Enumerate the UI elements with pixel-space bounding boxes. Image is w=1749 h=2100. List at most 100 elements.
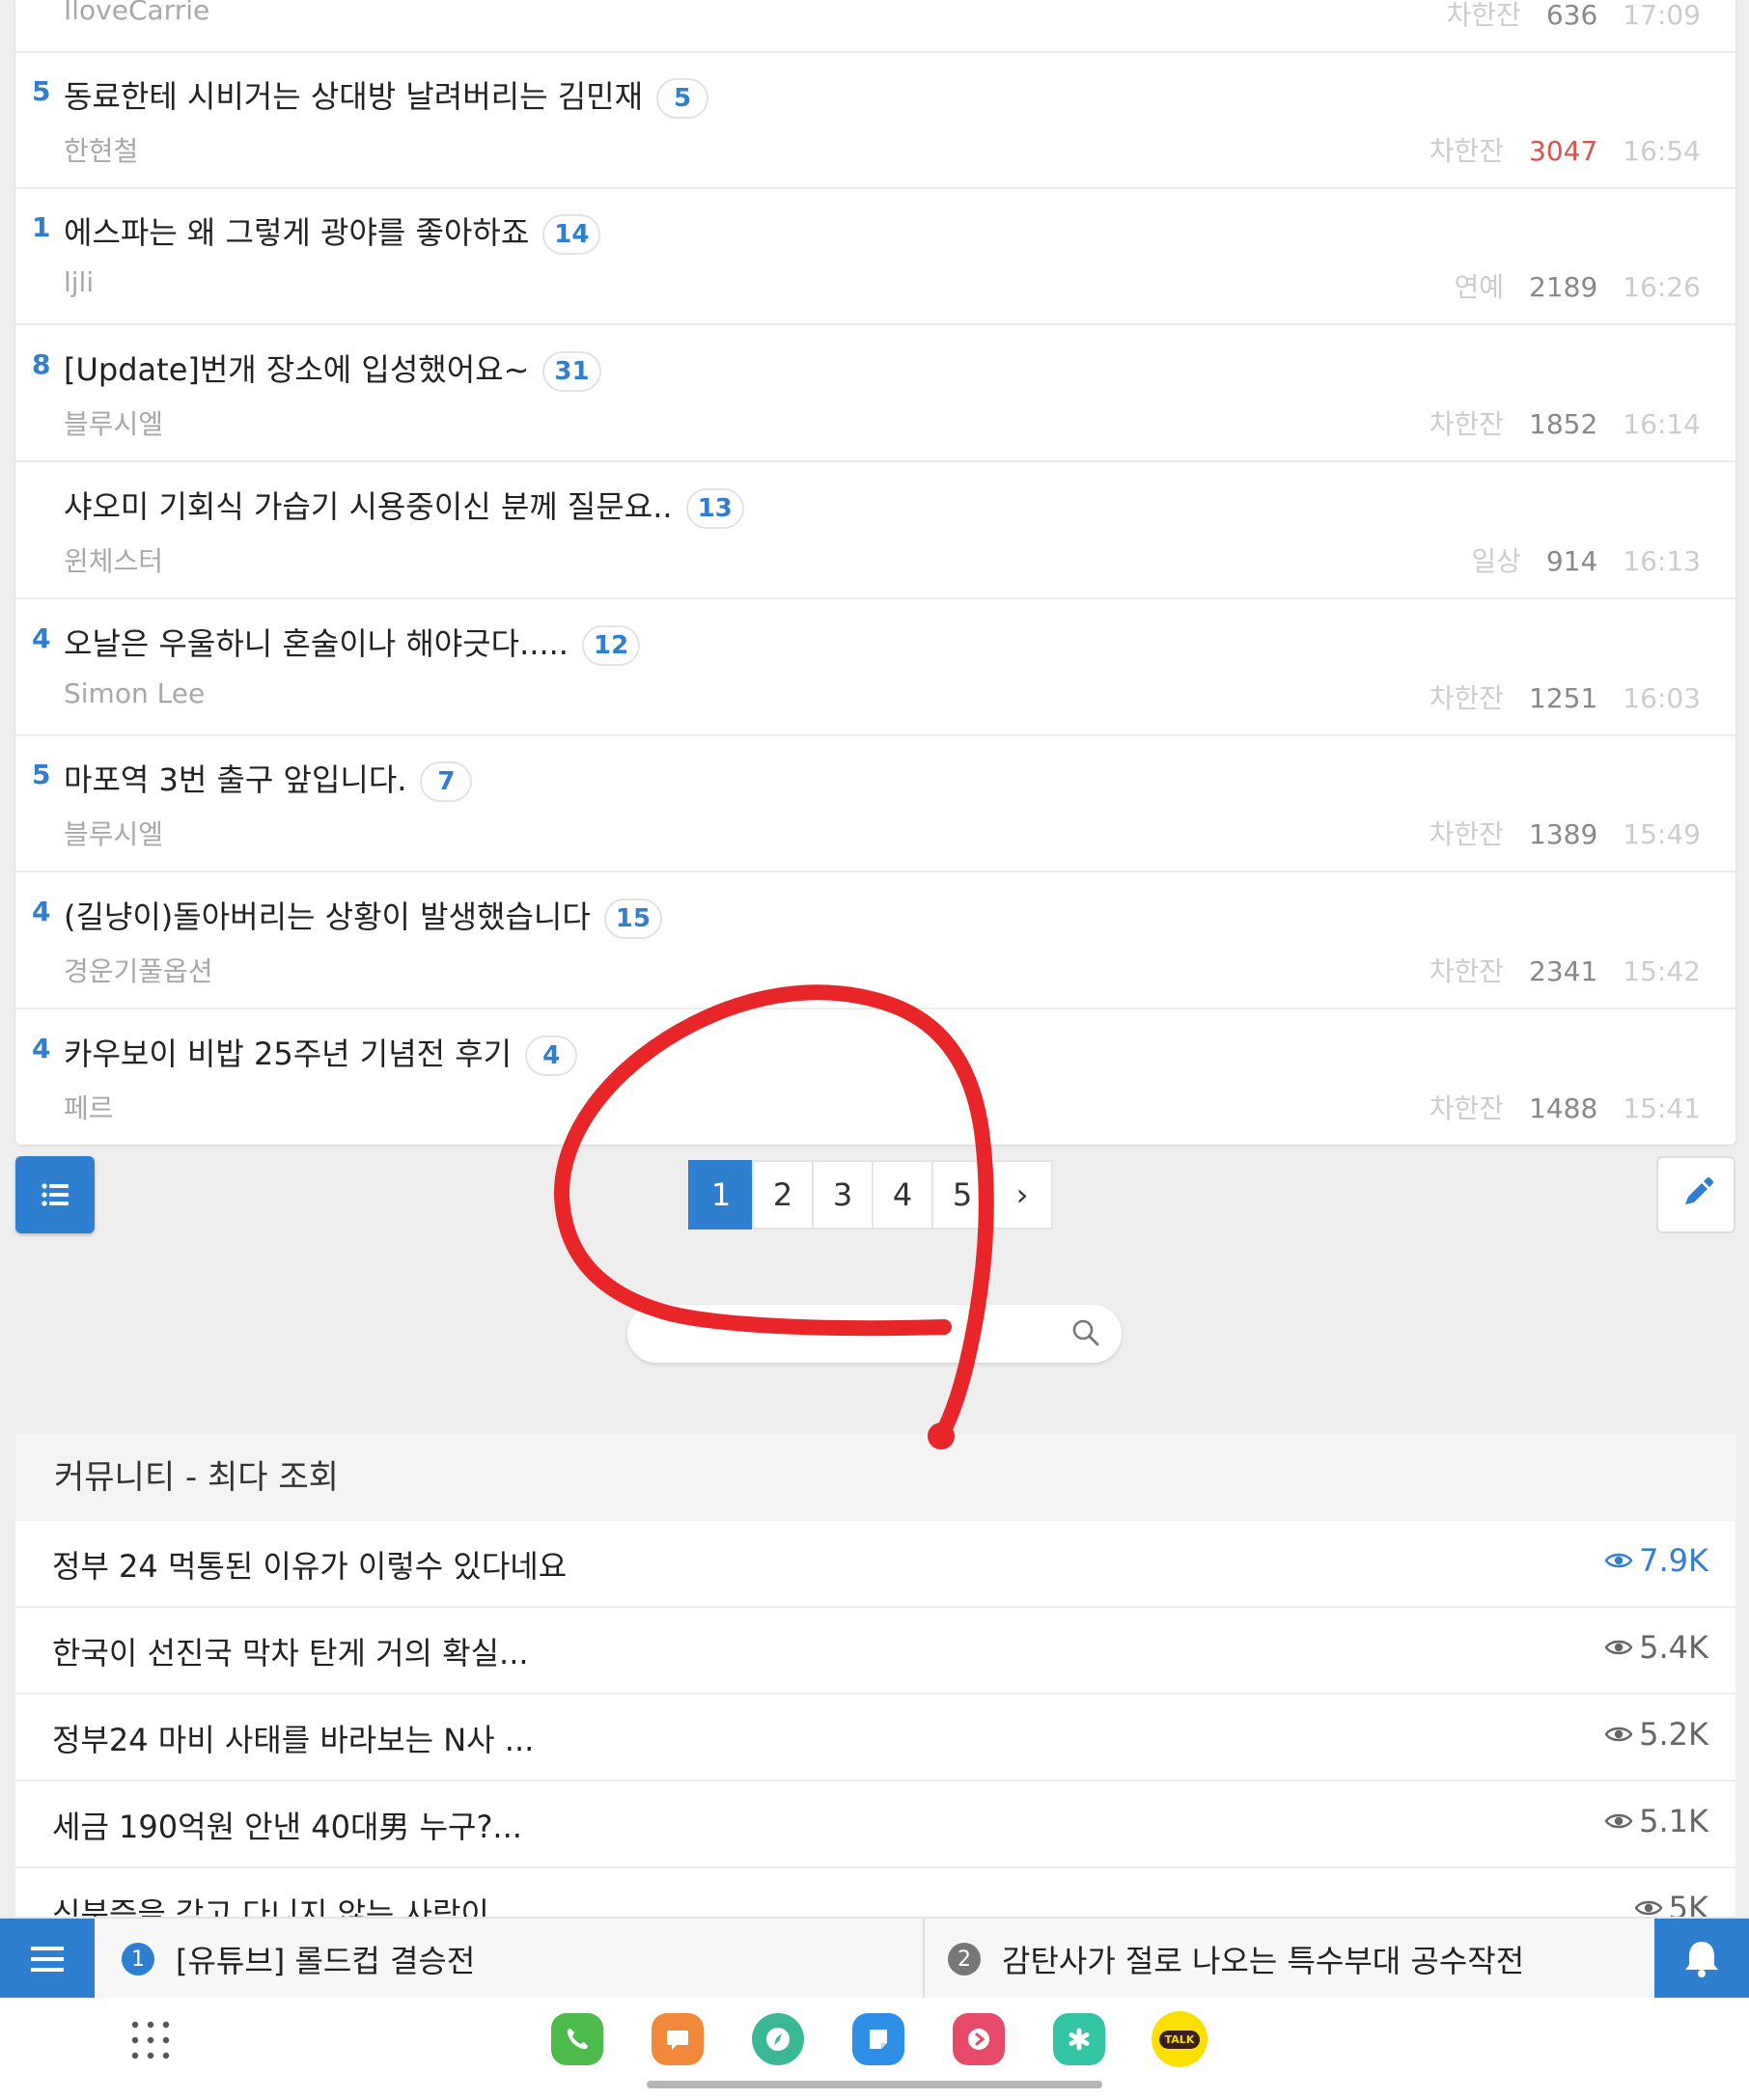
page-4-button[interactable]: 4 — [872, 1160, 933, 1230]
post-author[interactable]: ljli — [64, 266, 94, 298]
post-title[interactable]: 에스파는 왜 그렇게 광야를 좋아하죠 14 — [64, 208, 601, 255]
post-title[interactable]: 마포역 3번 출구 앞입니다. 7 — [64, 756, 473, 802]
post-title[interactable]: 샤오미 기회식 가습기 시용중이신 분께 질문요.. 13 — [64, 483, 744, 529]
ticker-item-2[interactable]: 2 감탄사가 절로 나오는 특수부대 공수작전 — [948, 1919, 1524, 2000]
post-meta: 차한잔 1852 16:14 — [1430, 403, 1701, 442]
comment-count-badge: 31 — [542, 351, 601, 392]
post-category: 차한잔 — [1429, 955, 1505, 987]
most-viewed-views: 5.1K — [1604, 1803, 1708, 1839]
ticker-item-1[interactable]: 1 [유튜브] 롤드컵 결승전 — [122, 1919, 475, 2000]
most-viewed-title: 정부24 마비 사태를 바라보는 N사 ... — [52, 1722, 535, 1758]
most-viewed-item[interactable]: 정부 24 먹통된 이유가 이렇수 있다네요 7.9K — [15, 1521, 1735, 1608]
comment-count-badge: 14 — [542, 214, 601, 255]
post-category: 차한잔 — [1429, 408, 1505, 440]
most-viewed-item[interactable]: 한국이 선진국 막차 탄게 거의 확실... 5.4K — [15, 1608, 1735, 1695]
post-list: IloveCarrie 차한잔 636 17:09 5 동료한테 시비거는 상대방 날려버… — [15, 0, 1735, 1145]
post-row[interactable]: 4 카우보이 비밥 25주년 기념전 후기 4 페르 차한잔 1488 15:41 — [15, 1010, 1735, 1147]
post-category: 일상 — [1471, 545, 1521, 577]
post-author[interactable]: 한현철 — [64, 130, 138, 169]
search-icon[interactable] — [1069, 1316, 1102, 1349]
app-drawer-icon[interactable] — [129, 2019, 172, 2061]
page-3-button[interactable]: 3 — [812, 1160, 874, 1230]
compass-icon[interactable] — [752, 2013, 804, 2065]
most-viewed-list: 정부 24 먹통된 이유가 이렇수 있다네요 7.9K 한국이 선진국 막차 탄게 … — [15, 1521, 1735, 1917]
post-author[interactable]: 윈체스터 — [64, 540, 163, 579]
ticker-divider — [923, 1919, 925, 2000]
post-title-text: 오날은 우울하니 혼술이나 해야긋다..... — [64, 625, 569, 662]
post-time: 16:26 — [1623, 271, 1701, 303]
notifications-button[interactable] — [1654, 1919, 1749, 2000]
notes-icon[interactable] — [852, 2013, 904, 2065]
post-views: 1251 — [1529, 682, 1598, 714]
most-viewed-views: 7.9K — [1604, 1542, 1708, 1579]
search-box — [627, 1305, 1122, 1363]
post-views: 1488 — [1529, 1092, 1598, 1124]
bixby-icon[interactable] — [1053, 2013, 1105, 2065]
home-indicator[interactable] — [647, 2081, 1102, 2088]
page-5-button[interactable]: 5 — [931, 1160, 993, 1230]
post-author[interactable]: IloveCarrie — [64, 0, 209, 26]
post-views: 1389 — [1529, 818, 1598, 850]
post-title[interactable]: 동료한테 시비거는 상대방 날려버리는 김민재 5 — [64, 72, 709, 119]
next-page-button[interactable]: › — [991, 1160, 1053, 1230]
comment-count-badge: 12 — [581, 625, 641, 666]
comment-count-badge: 7 — [420, 761, 473, 802]
post-row[interactable]: 5 마포역 3번 출구 앞입니다. 7 블루시엘 차한잔 1389 15:49 — [15, 736, 1735, 872]
post-meta: 차한잔 1488 15:41 — [1430, 1088, 1701, 1126]
post-author[interactable]: Simon Lee — [64, 677, 205, 709]
post-time: 15:49 — [1623, 818, 1701, 850]
post-views: 914 — [1545, 545, 1598, 577]
most-viewed-views: 5.2K — [1604, 1716, 1708, 1753]
post-category: 차한잔 — [1446, 0, 1521, 31]
most-viewed-views-value: 5.2K — [1639, 1716, 1708, 1753]
post-meta: 차한잔 1389 15:49 — [1430, 814, 1701, 852]
most-viewed-title: 정부 24 먹통된 이유가 이렇수 있다네요 — [52, 1548, 568, 1585]
ticker-text: 감탄사가 절로 나오는 특수부대 공수작전 — [1002, 1943, 1525, 1979]
ticker-text: [유튜브] 롤드컵 결승전 — [176, 1943, 476, 1979]
eye-icon — [1604, 1813, 1633, 1829]
post-author[interactable]: 경운기풀옵션 — [64, 951, 213, 989]
page-1-button[interactable]: 1 — [688, 1160, 754, 1230]
post-row[interactable]: IloveCarrie 차한잔 636 17:09 — [15, 0, 1735, 53]
post-row[interactable]: 8 [Update]번개 장소에 입성했어요~ 31 블루시엘 차한잔 1852 16:14 — [15, 326, 1735, 462]
menu-button[interactable] — [0, 1919, 95, 2000]
messages-icon[interactable] — [652, 2013, 704, 2065]
post-title-text: 마포역 3번 출구 앞입니다. — [64, 761, 407, 798]
post-title[interactable]: 카우보이 비밥 25주년 기념전 후기 4 — [64, 1030, 578, 1076]
list-view-button[interactable] — [15, 1156, 95, 1233]
eye-icon — [1634, 1900, 1663, 1916]
post-category: 연예 — [1454, 271, 1505, 303]
post-title[interactable]: (길냥이)돌아버리는 상황이 발생했습니다 15 — [64, 893, 662, 939]
post-row[interactable]: 1 에스파는 왜 그렇게 광야를 좋아하죠 14 ljli 연예 2189 16:26 — [15, 189, 1735, 325]
post-views: 636 — [1545, 0, 1598, 31]
most-viewed-views: 5.4K — [1604, 1629, 1708, 1666]
post-author[interactable]: 페르 — [64, 1088, 114, 1126]
post-row[interactable]: 샤오미 기회식 가습기 시용중이신 분께 질문요.. 13 윈체스터 일상 914 16:… — [15, 463, 1735, 599]
post-author[interactable]: 블루시엘 — [64, 403, 163, 442]
search-input[interactable] — [651, 1312, 1041, 1357]
phone-icon[interactable] — [551, 2013, 603, 2065]
post-title[interactable]: [Update]번개 장소에 입성했어요~ 31 — [64, 345, 601, 392]
most-viewed-item[interactable]: 신분증을 갖고 다니지 않는 사람이 ... 5K — [15, 1868, 1735, 1917]
most-viewed-item[interactable]: 세금 190억원 안낸 40대男 누구?... 5.1K — [15, 1782, 1735, 1868]
write-post-button[interactable] — [1656, 1156, 1735, 1233]
page-2-button[interactable]: 2 — [752, 1160, 814, 1230]
post-time: 16:13 — [1623, 545, 1701, 577]
list-icon — [42, 1183, 69, 1206]
post-time: 15:41 — [1623, 1092, 1701, 1124]
post-row[interactable]: 4 오날은 우울하니 혼술이나 해야긋다..... 12 Simon Lee 차한잔 12… — [15, 600, 1735, 736]
bottom-ticker-bar: 1 [유튜브] 롤드컵 결승전 2 감탄사가 절로 나오는 특수부대 공수작전 — [0, 1917, 1749, 2000]
post-recommend-count: 4 — [32, 622, 51, 654]
post-row[interactable]: 5 동료한테 시비거는 상대방 날려버리는 김민재 5 한현철 차한잔 3047 16:54 — [15, 53, 1735, 189]
hamburger-icon — [31, 1947, 64, 1972]
post-author[interactable]: 블루시엘 — [64, 814, 163, 852]
post-row[interactable]: 4 (길냥이)돌아버리는 상황이 발생했습니다 15 경운기풀옵션 차한잔 2341 15:… — [15, 873, 1735, 1009]
kakaotalk-label: TALK — [1158, 2030, 1201, 2049]
post-title[interactable]: 오날은 우울하니 혼술이나 해야긋다..... 12 — [64, 620, 641, 666]
pencil-icon — [1685, 1177, 1713, 1204]
kakaotalk-icon[interactable]: TALK — [1152, 2011, 1208, 2067]
most-viewed-item[interactable]: 정부24 마비 사태를 바라보는 N사 ... 5.2K — [15, 1695, 1735, 1782]
post-recommend-count: 4 — [32, 1033, 51, 1064]
post-meta: 연예 2189 16:26 — [1455, 266, 1702, 305]
play-icon[interactable] — [953, 2013, 1005, 2065]
